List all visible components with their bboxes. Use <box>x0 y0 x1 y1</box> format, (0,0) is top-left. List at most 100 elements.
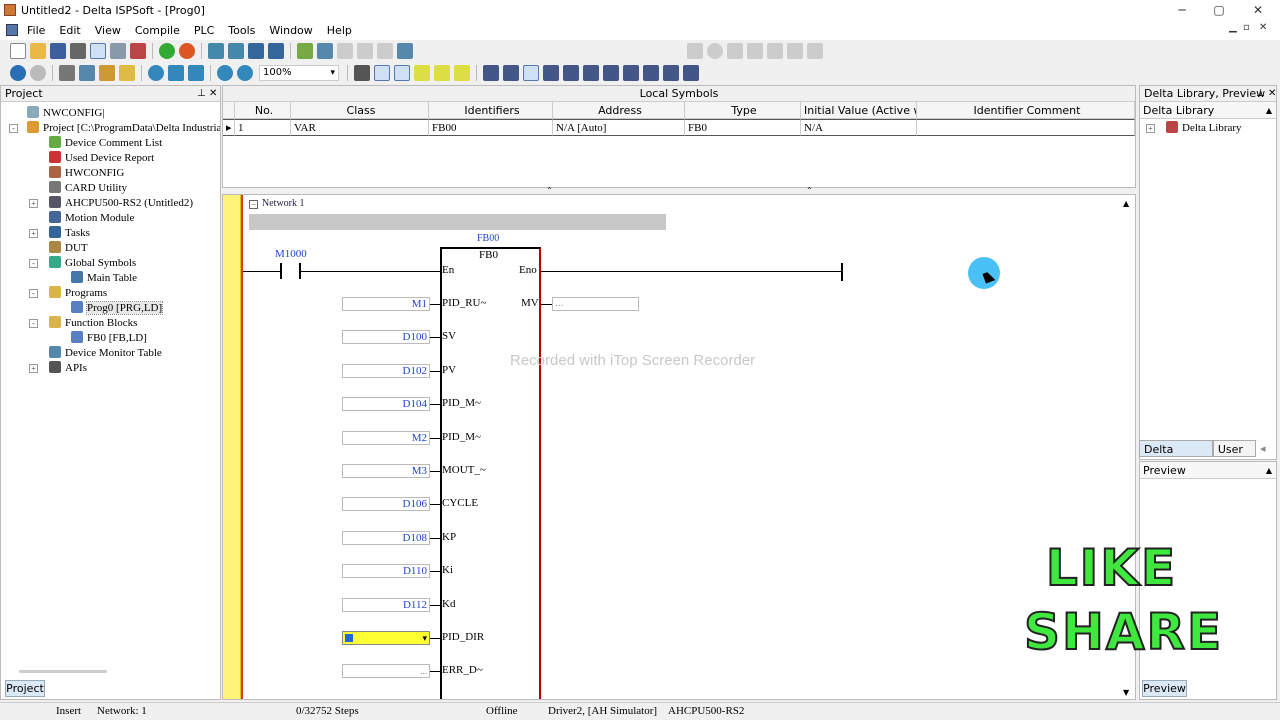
menu-edit[interactable]: Edit <box>52 24 87 37</box>
minimize-button[interactable]: ─ <box>1162 0 1202 20</box>
fb-instance-name[interactable]: FB00 <box>477 233 499 244</box>
close-panel-icon[interactable]: ✕ <box>1268 86 1276 102</box>
table-cell[interactable]: N/A [Auto] <box>553 119 685 136</box>
copy-icon[interactable] <box>79 65 95 81</box>
table-cell[interactable]: N/A <box>801 119 917 136</box>
tab-user-library[interactable]: User D <box>1212 440 1256 473</box>
download-icon[interactable] <box>268 43 284 59</box>
scroll-up-icon[interactable]: ▲ <box>1123 199 1129 208</box>
menu-window[interactable]: Window <box>262 24 319 37</box>
select-pointer-icon[interactable] <box>523 65 539 81</box>
column-header[interactable]: Address <box>553 102 685 119</box>
block-icon[interactable] <box>603 65 619 81</box>
pin-icon[interactable]: ⊥ <box>197 86 206 102</box>
fb-input-field[interactable]: D102 <box>342 363 430 378</box>
function-icon[interactable] <box>583 65 599 81</box>
vertical-line-icon[interactable] <box>663 65 679 81</box>
fb-input-field[interactable]: D112 <box>342 597 430 612</box>
mdi-restore-button[interactable]: ▫ <box>1243 22 1250 33</box>
fb-input-field[interactable]: D110 <box>342 564 430 579</box>
stop-icon[interactable] <box>179 43 195 59</box>
column-header[interactable]: Initial Value (Active wh... <box>801 102 917 119</box>
collapse-icon[interactable]: - <box>29 289 38 298</box>
scroll-down-icon[interactable]: ▼ <box>1123 688 1129 697</box>
tree-item[interactable]: Device Comment List <box>1 136 220 151</box>
expand-icon[interactable]: + <box>29 199 38 208</box>
network-comment[interactable] <box>249 214 666 230</box>
fb-input-field[interactable]: M1 <box>342 297 430 311</box>
fb-input-field[interactable]: D106 <box>342 497 430 512</box>
network-tool-icon[interactable] <box>397 43 413 59</box>
fb-input-field[interactable]: ... <box>342 664 430 679</box>
connect-icon[interactable] <box>10 65 26 81</box>
tree-item[interactable]: CARD Utility <box>1 181 220 196</box>
tree-item[interactable]: - Function Blocks <box>1 316 220 331</box>
contact-operand[interactable]: M1000 <box>275 248 307 260</box>
upload-icon[interactable] <box>248 43 264 59</box>
insert-network-icon[interactable] <box>434 65 450 81</box>
eraser-icon[interactable] <box>130 43 146 59</box>
tree-item[interactable]: - Global Symbols <box>1 256 220 271</box>
tree-item[interactable]: HWCONFIG <box>1 166 220 181</box>
maximize-button[interactable]: ▢ <box>1199 0 1239 20</box>
menu-help[interactable]: Help <box>320 24 359 37</box>
window-icon[interactable] <box>110 43 126 59</box>
compile-icon[interactable] <box>208 43 224 59</box>
column-header[interactable]: Class <box>291 102 429 119</box>
tree-item[interactable]: NWCONFIG| <box>1 106 220 121</box>
tree-item[interactable]: Motion Module <box>1 211 220 226</box>
collapse-icon[interactable]: - <box>9 124 18 133</box>
table-cell[interactable] <box>917 119 1135 136</box>
column-header[interactable]: Identifier Comment <box>917 102 1135 119</box>
close-panel-icon[interactable]: ✕ <box>209 86 217 102</box>
table-cell[interactable]: FB0 <box>685 119 801 136</box>
column-header[interactable]: Identifiers <box>429 102 553 119</box>
library-tree-item[interactable]: + Delta Library <box>1140 121 1276 136</box>
fb-input-field[interactable]: ▾ <box>342 631 430 645</box>
chevron-down-icon[interactable]: ▾ <box>422 632 427 644</box>
collapse-icon[interactable]: - <box>29 319 38 328</box>
tree-item[interactable]: Used Device Report <box>1 151 220 166</box>
menu-plc[interactable]: PLC <box>187 24 221 37</box>
delete-network-icon[interactable] <box>454 65 470 81</box>
table-cell[interactable]: 1 <box>235 119 291 136</box>
contact-nc-icon[interactable] <box>503 65 519 81</box>
zoom-out-icon[interactable] <box>237 65 253 81</box>
online-icon[interactable] <box>297 43 313 59</box>
tab-project[interactable]: Project <box>5 680 45 697</box>
fbd-view-icon[interactable] <box>394 65 410 81</box>
menu-tools[interactable]: Tools <box>221 24 262 37</box>
zoom-in-icon[interactable] <box>217 65 233 81</box>
tree-item[interactable]: FB0 [FB,LD] <box>1 331 220 346</box>
column-header[interactable]: No. <box>235 102 291 119</box>
add-network-icon[interactable] <box>414 65 430 81</box>
library-section[interactable]: Delta Library ▲ <box>1140 102 1276 119</box>
tree-item[interactable]: Prog0 [PRG,LD] <box>1 301 220 316</box>
tree-item[interactable]: DUT <box>1 241 220 256</box>
tab-delta-library[interactable]: Delta Library <box>1139 440 1213 473</box>
tree-item[interactable]: Device Monitor Table <box>1 346 220 361</box>
expand-icon[interactable]: + <box>29 364 38 373</box>
and-icon[interactable] <box>623 65 639 81</box>
jump-icon[interactable] <box>188 65 204 81</box>
fb-input-field[interactable]: M2 <box>342 430 430 445</box>
bracket-icon[interactable] <box>683 65 699 81</box>
mdi-doc-icon[interactable] <box>6 24 18 36</box>
mdi-close-button[interactable]: ✕ <box>1259 22 1267 33</box>
fb-input-field[interactable]: D104 <box>342 397 430 412</box>
replace-icon[interactable] <box>168 65 184 81</box>
open-folder-icon[interactable] <box>30 43 46 59</box>
close-button[interactable]: ✕ <box>1238 0 1278 20</box>
tree-item[interactable]: + APIs <box>1 361 220 376</box>
menu-view[interactable]: View <box>88 24 128 37</box>
fb-input-field[interactable]: D100 <box>342 330 430 345</box>
contact-no-icon[interactable] <box>483 65 499 81</box>
cut-icon[interactable] <box>59 65 75 81</box>
network-label[interactable]: − Network 1 <box>249 198 305 209</box>
new-file-icon[interactable] <box>10 43 26 59</box>
collapse-up-icon[interactable]: ▲ <box>1266 462 1272 479</box>
tab-scroll-arrows[interactable]: ◂ ▸ <box>1256 440 1277 472</box>
tree-item[interactable]: - Programs <box>1 286 220 301</box>
column-header[interactable] <box>223 102 235 119</box>
print-icon[interactable] <box>70 43 86 59</box>
